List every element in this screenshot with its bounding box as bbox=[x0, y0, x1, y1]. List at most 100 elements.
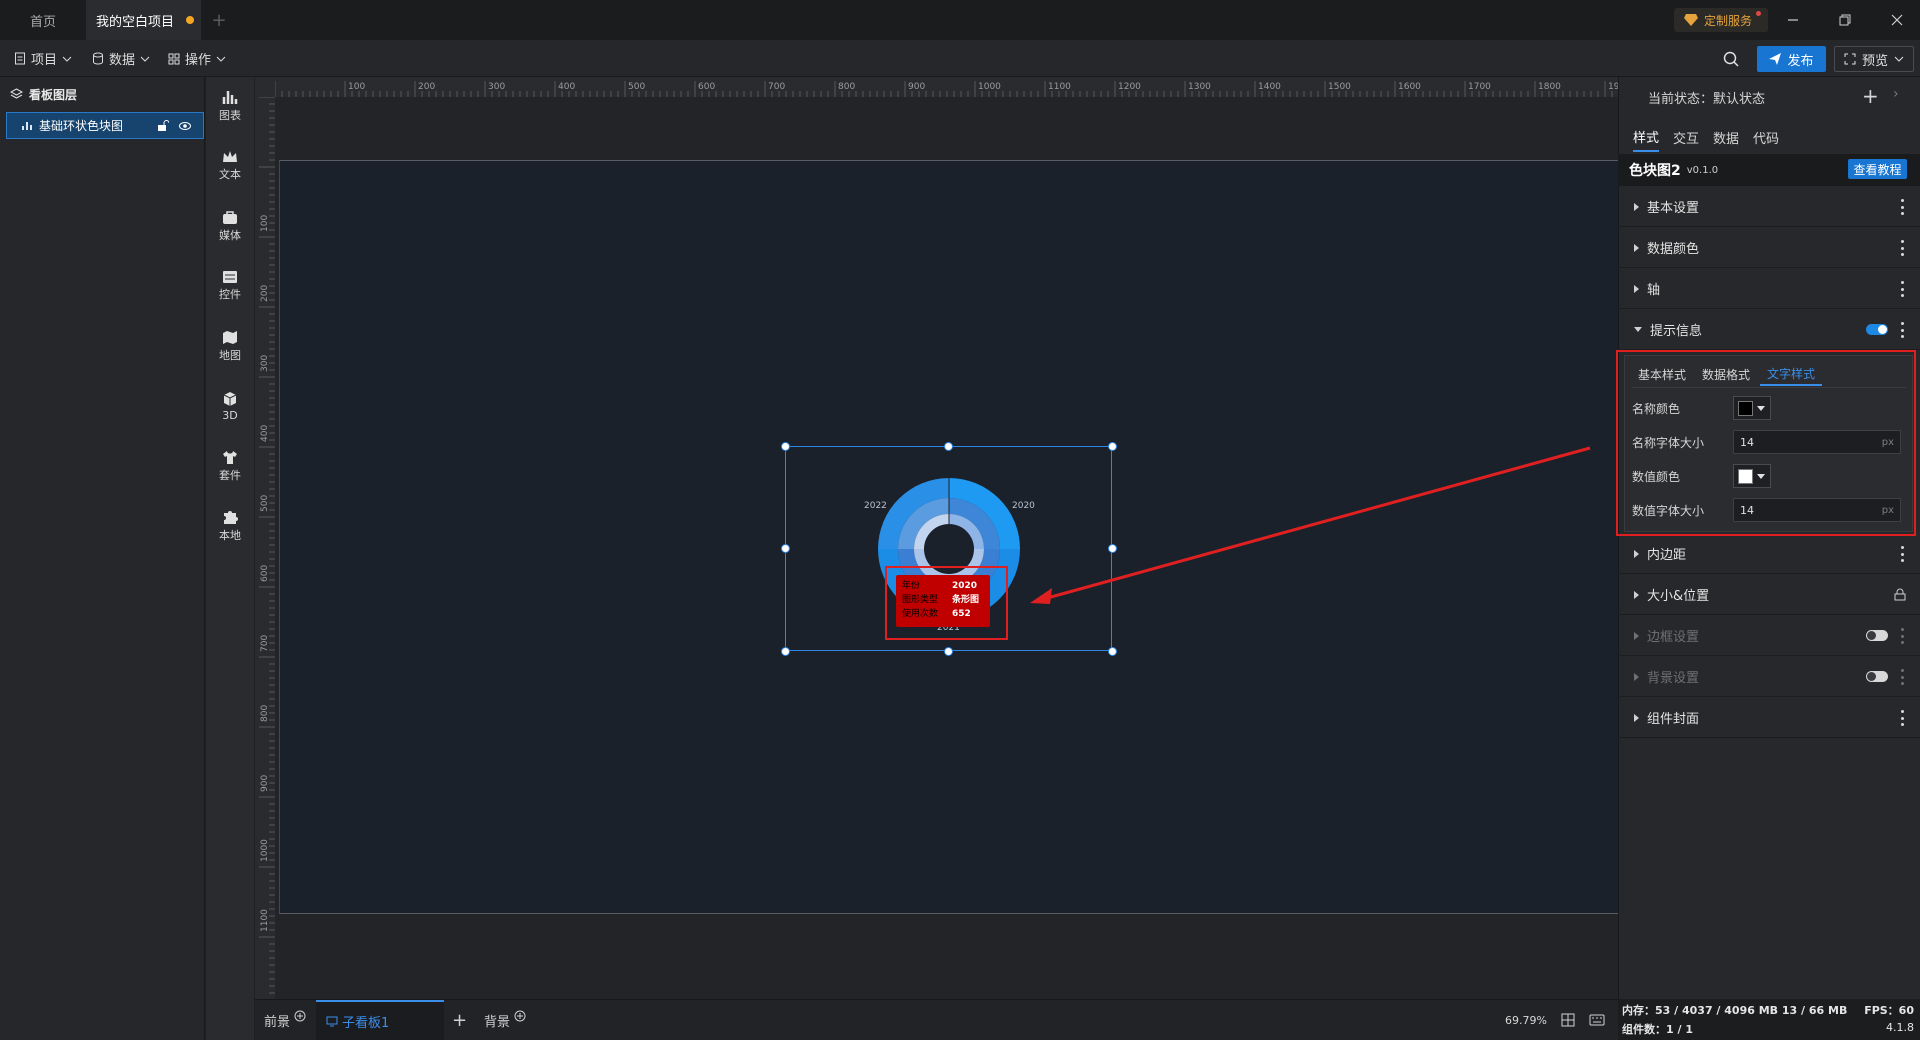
search-button[interactable] bbox=[1723, 51, 1739, 67]
kebab-icon[interactable] bbox=[1900, 628, 1904, 644]
tab-data[interactable]: 数据 bbox=[1713, 122, 1739, 152]
resize-handle[interactable] bbox=[781, 647, 790, 656]
section-cover[interactable]: 组件封面 bbox=[1618, 698, 1920, 738]
caret-right-icon bbox=[1634, 243, 1639, 252]
kebab-icon[interactable] bbox=[1900, 281, 1904, 297]
menu-operate-label: 操作 bbox=[185, 53, 212, 68]
tab-interaction-label: 交互 bbox=[1673, 131, 1700, 147]
caret-right-icon bbox=[1634, 713, 1639, 722]
rail-item-control[interactable]: 控件 bbox=[206, 262, 254, 310]
publish-button[interactable]: 发布 bbox=[1757, 46, 1826, 72]
ruler-label: 700 bbox=[260, 635, 270, 652]
zoom-controls: 69.79% bbox=[1505, 1000, 1633, 1040]
section-border[interactable]: 边框设置 bbox=[1618, 616, 1920, 656]
add-circle-icon[interactable] bbox=[514, 1010, 526, 1022]
section-data-color[interactable]: 数据颜色 bbox=[1618, 228, 1920, 268]
rail-item-text[interactable]: 文本 bbox=[206, 142, 254, 190]
caret-down-icon bbox=[1634, 327, 1642, 332]
add-circle-icon[interactable] bbox=[294, 1010, 306, 1022]
section-size-position[interactable]: 大小&位置 bbox=[1618, 575, 1920, 615]
kebab-icon[interactable] bbox=[1900, 240, 1904, 256]
shirt-icon bbox=[223, 450, 237, 464]
control-icon bbox=[223, 271, 237, 283]
ruler-label: 800 bbox=[260, 705, 270, 722]
zoom-level[interactable]: 69.79% bbox=[1505, 1014, 1547, 1027]
tab-code[interactable]: 代码 bbox=[1753, 122, 1779, 152]
menu-data[interactable]: 数据 bbox=[92, 40, 150, 77]
section-label: 大小&位置 bbox=[1647, 589, 1710, 604]
kebab-icon[interactable] bbox=[1900, 710, 1904, 726]
custom-service-label: 定制服务 bbox=[1704, 13, 1753, 28]
chevron-right-icon[interactable]: › bbox=[1893, 86, 1899, 102]
resize-handle[interactable] bbox=[1108, 647, 1117, 656]
rail-item-chart[interactable]: 图表 bbox=[206, 82, 254, 130]
settings-highlight-box bbox=[1616, 350, 1916, 536]
add-tab-button[interactable]: + bbox=[205, 0, 233, 40]
add-state-button[interactable]: + bbox=[1862, 84, 1879, 108]
rail-item-label: 文本 bbox=[219, 168, 241, 181]
kebab-icon[interactable] bbox=[1900, 546, 1904, 562]
tutorial-button[interactable]: 查看教程 bbox=[1848, 159, 1907, 179]
resize-handle[interactable] bbox=[944, 442, 953, 451]
rail-item-media[interactable]: 媒体 bbox=[206, 202, 254, 250]
keyboard-icon[interactable] bbox=[1589, 1014, 1605, 1026]
btab-foreground[interactable]: 前景 bbox=[264, 1000, 306, 1040]
section-label: 边框设置 bbox=[1647, 630, 1700, 645]
layer-item[interactable]: 基础环状色块图 bbox=[6, 112, 204, 139]
restore-icon bbox=[1839, 14, 1851, 26]
cube-icon bbox=[223, 391, 237, 406]
border-toggle[interactable] bbox=[1866, 630, 1888, 641]
puzzle-icon bbox=[224, 511, 238, 524]
btab-sub-board[interactable]: 子看板1 bbox=[316, 1000, 444, 1040]
unlock-icon[interactable] bbox=[157, 119, 170, 132]
kebab-icon[interactable] bbox=[1900, 322, 1904, 338]
ruler-label: 800 bbox=[838, 82, 855, 92]
kebab-icon[interactable] bbox=[1900, 669, 1904, 685]
rail-item-map[interactable]: 地图 bbox=[206, 322, 254, 370]
rail-item-label: 媒体 bbox=[219, 228, 241, 242]
tooltip-toggle[interactable] bbox=[1866, 324, 1888, 335]
resize-handle[interactable] bbox=[781, 544, 790, 553]
section-padding[interactable]: 内边距 bbox=[1618, 534, 1920, 574]
status-bar: 内存：53 / 4037 / 4096 MB 13 / 66 MB FPS：60… bbox=[1618, 999, 1920, 1040]
btab-background[interactable]: 背景 bbox=[484, 1000, 526, 1040]
send-icon bbox=[1769, 53, 1782, 65]
kebab-icon[interactable] bbox=[1900, 199, 1904, 215]
fit-screen-icon[interactable] bbox=[1561, 1013, 1575, 1027]
ruler-label: 100 bbox=[348, 82, 365, 92]
custom-service-button[interactable]: 定制服务 bbox=[1674, 8, 1768, 32]
caret-right-icon bbox=[1634, 590, 1639, 599]
resize-handle[interactable] bbox=[781, 442, 790, 451]
section-basic[interactable]: 基本设置 bbox=[1618, 187, 1920, 227]
add-board-button[interactable]: + bbox=[452, 1000, 467, 1040]
tutorial-label: 查看教程 bbox=[1853, 162, 1902, 177]
menu-project-label: 项目 bbox=[31, 53, 58, 68]
background-toggle[interactable] bbox=[1866, 671, 1888, 682]
layer-panel-title: 看板图层 bbox=[29, 87, 78, 102]
rail-item-kit[interactable]: 套件 bbox=[206, 442, 254, 490]
ruler-left-ticks: 100 200 300 400 500 600 700 800 900 1000 1100 bbox=[259, 97, 275, 994]
minimize-button[interactable] bbox=[1773, 8, 1813, 32]
restore-button[interactable] bbox=[1825, 8, 1865, 32]
lock-icon[interactable] bbox=[1894, 588, 1906, 601]
tab-home[interactable]: 首页 bbox=[0, 0, 86, 40]
monitor-icon bbox=[326, 1016, 338, 1026]
ruler-top: 100 200 300 400 500 600 700 800 900 1000 1100 1200 1… bbox=[275, 77, 1618, 97]
menu-project[interactable]: 项目 bbox=[14, 40, 72, 77]
ruler-label: 900 bbox=[908, 82, 925, 92]
rail-item-local[interactable]: 本地 bbox=[206, 502, 254, 550]
resize-handle[interactable] bbox=[944, 647, 953, 656]
ruler-label: 1000 bbox=[978, 82, 1001, 92]
preview-button[interactable]: 预览 bbox=[1834, 46, 1914, 72]
eye-icon[interactable] bbox=[179, 121, 192, 131]
section-axis[interactable]: 轴 bbox=[1618, 269, 1920, 309]
tab-project[interactable]: 我的空白项目 bbox=[86, 0, 201, 40]
section-background[interactable]: 背景设置 bbox=[1618, 657, 1920, 697]
close-button[interactable] bbox=[1877, 8, 1917, 32]
tab-style[interactable]: 样式 bbox=[1633, 122, 1660, 152]
section-tooltip[interactable]: 提示信息 bbox=[1618, 310, 1920, 350]
tab-interaction[interactable]: 交互 bbox=[1673, 122, 1699, 152]
menu-operate[interactable]: 操作 bbox=[168, 40, 226, 77]
ruler-label: 1900 bbox=[1608, 82, 1618, 92]
rail-item-3d[interactable]: 3D bbox=[206, 382, 254, 430]
